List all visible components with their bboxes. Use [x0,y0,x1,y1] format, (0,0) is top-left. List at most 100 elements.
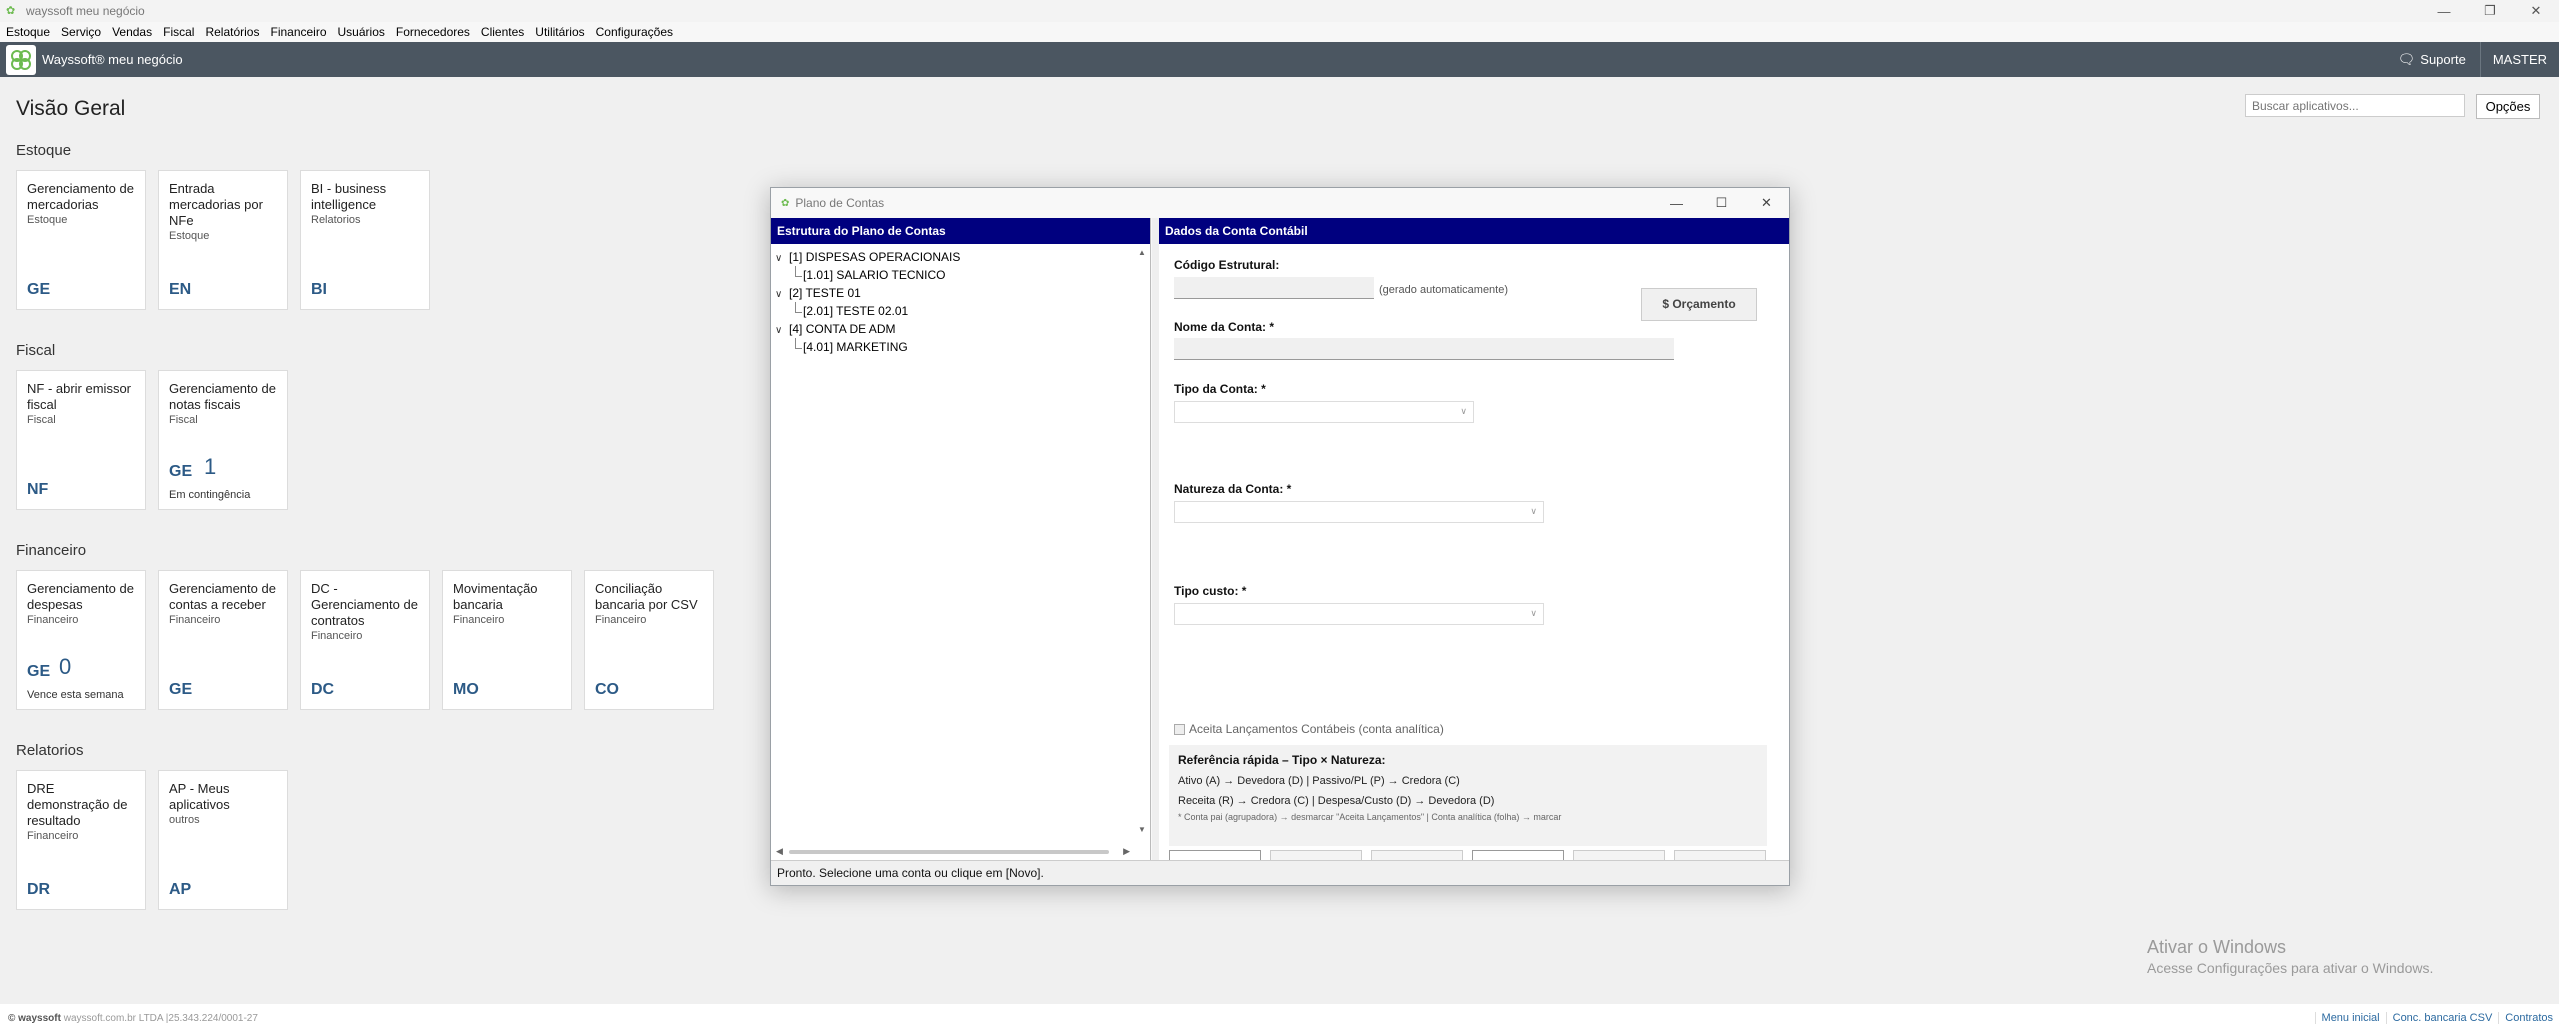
tile-meus-aplicativos[interactable]: AP - Meus aplicativos outros AP [158,770,288,910]
pane-splitter[interactable] [1152,218,1159,860]
tree-node[interactable]: [2.01] TESTE 02.01 [775,302,1150,320]
tree-node[interactable]: ∨ [2] TESTE 01 [775,284,1150,302]
menu-bar: Estoque Serviço Vendas Fiscal Relatórios… [0,22,2559,42]
tile-abbr: CO [595,681,619,698]
nome-label: Nome da Conta: * [1174,320,1275,334]
app-logo-icon: ✿ [6,5,16,17]
aceita-lancamentos-checkbox[interactable]: Aceita Lançamentos Contábeis (conta anal… [1174,722,1444,736]
dialog-minimize-button[interactable]: — [1654,188,1699,218]
node-name: MARKETING [836,340,908,354]
tile-dre[interactable]: DRE demonstração de resultado Financeiro… [16,770,146,910]
tree-vertical-scrollbar[interactable]: ▲ ▼ [1134,244,1150,838]
tile-entrada-mercadorias[interactable]: Entrada mercadorias por NFe Estoque EN [158,170,288,310]
brand-logo-icon [6,44,36,75]
node-name: SALARIO TECNICO [836,268,946,282]
dialog-status-bar: Pronto. Selecione uma conta ou clique em… [771,860,1789,885]
checkbox-box[interactable] [1174,723,1185,735]
footer-link-contratos[interactable]: Contratos [2498,1012,2559,1024]
support-label: Suporte [2420,52,2466,67]
menu-utilitarios[interactable]: Utilitários [535,25,584,39]
menu-financeiro[interactable]: Financeiro [270,25,326,39]
tile-category: Financeiro [27,614,79,626]
aceita-label: Aceita Lançamentos Contábeis [1189,722,1356,736]
nome-field[interactable] [1174,338,1674,360]
scroll-left-icon[interactable]: ◀ [776,846,783,857]
menu-fiscal[interactable]: Fiscal [163,25,194,39]
node-code: [1] [789,250,803,264]
account-tree: ∨ [1] DISPESAS OPERACIONAIS [1.01] SALARI… [771,244,1150,356]
node-code: [2] [789,286,803,300]
menu-servico[interactable]: Serviço [61,25,101,39]
minimize-button[interactable]: — [2421,0,2467,22]
reference-line: Ativo (A) → Devedora (D) | Passivo/PL (P… [1178,775,1460,787]
tile-abbr: NF [27,481,49,498]
tree-node[interactable]: ∨ [1] DISPESAS OPERACIONAIS [775,248,1150,266]
tipo-label: Tipo da Conta: * [1174,382,1266,396]
tile-abbr: EN [169,281,192,298]
menu-usuarios[interactable]: Usuários [338,25,385,39]
menu-configuracoes[interactable]: Configurações [596,25,673,39]
scroll-thumb[interactable] [789,850,1109,854]
tile-abbr: GE [169,463,193,480]
menu-vendas[interactable]: Vendas [112,25,152,39]
menu-estoque[interactable]: Estoque [6,25,50,39]
dialog-maximize-button[interactable]: ☐ [1699,188,1744,218]
brand-name: Wayssoft® meu negócio [42,52,183,67]
reference-title: Referência rápida – Tipo × Natureza: [1178,753,1386,767]
tile-nf-emissor[interactable]: NF - abrir emissor fiscal Fiscal NF [16,370,146,510]
scroll-down-icon[interactable]: ▼ [1134,825,1150,834]
watermark-subtitle: Acesse Configurações para ativar o Windo… [2147,960,2434,976]
tipo-select[interactable]: ∨ [1174,401,1474,423]
options-button[interactable]: Opções [2476,94,2540,119]
menu-fornecedores[interactable]: Fornecedores [396,25,470,39]
custo-select[interactable]: ∨ [1174,603,1544,625]
menu-clientes[interactable]: Clientes [481,25,524,39]
account-details-pane: Dados da Conta Contábil Código Estrutura… [1159,218,1789,881]
search-apps-input[interactable] [2245,94,2465,117]
section-estoque-label: Estoque [16,142,72,159]
window-titlebar: ✿ wayssoft meu negócio — ❐ ✕ [0,0,2559,22]
orcamento-button[interactable]: $ Orçamento [1641,288,1757,321]
tree-node[interactable]: [4.01] MARKETING [775,338,1150,356]
watermark-title: Ativar o Windows [2147,937,2287,957]
aceita-hint: (conta analítica) [1358,722,1444,736]
support-button[interactable]: 🗨 Suporte [2398,51,2480,68]
page-title: Visão Geral [16,97,126,120]
close-button[interactable]: ✕ [2513,0,2559,22]
menu-relatorios[interactable]: Relatórios [205,25,259,39]
natureza-select[interactable]: ∨ [1174,501,1544,523]
tile-notas-fiscais[interactable]: Gerenciamento de notas fiscais Fiscal GE… [158,370,288,510]
scroll-up-icon[interactable]: ▲ [1134,248,1150,257]
tile-bi[interactable]: BI - business intelligence Relatorios BI [300,170,430,310]
tree-node[interactable]: ∨ [4] CONTA DE ADM [775,320,1150,338]
footer-info: © wayssoft wayssoft.com.br LTDA |25.343.… [8,1013,258,1024]
tile-name: Gerenciamento de mercadorias [27,181,134,212]
footer: © wayssoft wayssoft.com.br LTDA |25.343.… [0,1004,2559,1032]
restore-button[interactable]: ❐ [2467,0,2513,22]
dialog-close-button[interactable]: ✕ [1744,188,1789,218]
tile-category: Financeiro [453,614,505,626]
tree-horizontal-scrollbar[interactable]: ◀ ▶ [771,844,1135,860]
tree-node[interactable]: [1.01] SALARIO TECNICO [775,266,1150,284]
details-pane-header: Dados da Conta Contábil [1159,218,1789,244]
tile-abbr: GE [27,281,51,298]
tile-despesas[interactable]: Gerenciamento de despesas Financeiro GE … [16,570,146,710]
footer-link-conc-bancaria[interactable]: Conc. bancaria CSV [2385,1012,2499,1024]
tile-contratos[interactable]: DC - Gerenciamento de contratos Financei… [300,570,430,710]
tile-category: Relatorios [311,214,361,226]
tile-conciliacao-csv[interactable]: Conciliação bancaria por CSV Financeiro … [584,570,714,710]
user-name[interactable]: MASTER [2481,52,2559,67]
tree-pane-header: Estrutura do Plano de Contas [771,218,1150,244]
tile-name: Entrada mercadorias por NFe [169,181,263,228]
tile-contas-receber[interactable]: Gerenciamento de contas a receber Financ… [158,570,288,710]
footer-link-menu-inicial[interactable]: Menu inicial [2314,1012,2386,1024]
tile-category: Financeiro [311,630,363,642]
scroll-right-icon[interactable]: ▶ [1123,846,1130,857]
tile-name: Gerenciamento de despesas [27,581,134,612]
tile-name: AP - Meus aplicativos [169,781,230,812]
reference-box: Referência rápida – Tipo × Natureza: Ati… [1169,745,1767,846]
tile-gerenciamento-mercadorias[interactable]: Gerenciamento de mercadorias Estoque GE [16,170,146,310]
tile-movimentacao-bancaria[interactable]: Movimentação bancaria Financeiro MO [442,570,572,710]
tile-abbr: DC [311,681,335,698]
tile-note: Em contingência [169,489,251,501]
